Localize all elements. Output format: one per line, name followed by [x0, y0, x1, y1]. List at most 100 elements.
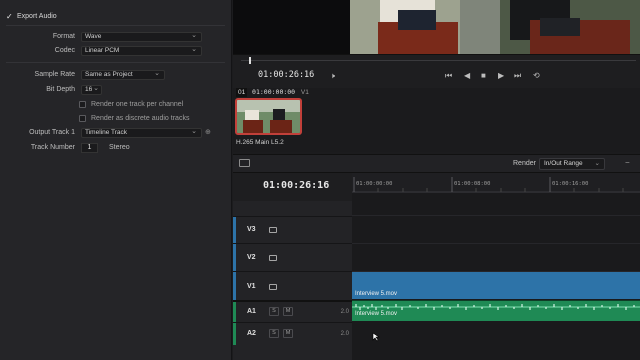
mouse-cursor-icon: [372, 332, 380, 342]
video-frame-image: [350, 0, 640, 54]
divider: [6, 25, 225, 26]
output-track-value: Timeline Track: [85, 129, 128, 136]
sample-rate-dropdown[interactable]: Same as Project ⌄: [81, 70, 165, 80]
collapse-icon[interactable]: −: [625, 158, 630, 167]
format-dropdown[interactable]: Wave ⌄: [81, 32, 202, 42]
export-audio-check-icon[interactable]: ✓: [6, 11, 13, 23]
monitor-icon[interactable]: [269, 284, 277, 290]
discrete-tracks-label: Render as discrete audio tracks: [91, 115, 190, 122]
timeline-toolbar: Render In/Out Range ⌄ −: [233, 154, 640, 173]
codec-value: Linear PCM: [85, 47, 120, 54]
audio-waveform: [352, 304, 640, 310]
stereo-label: Stereo: [109, 144, 130, 151]
ruler-tick-label: 01:00:08:00: [454, 181, 491, 187]
one-track-checkbox[interactable]: [79, 101, 86, 108]
track-name: V1: [247, 283, 256, 290]
chevron-down-icon: ⌄: [594, 160, 600, 167]
track-volume: 2.0: [340, 309, 349, 315]
timeline-ruler[interactable]: 01:00:00:00 01:00:08:00 01:00:16:00: [352, 173, 640, 193]
monitor-icon[interactable]: [269, 227, 277, 233]
track-header-v1[interactable]: V1: [233, 271, 352, 301]
render-range-value: In/Out Range: [544, 160, 583, 167]
audio-clip[interactable]: Interview 5.mov: [352, 300, 640, 321]
go-to-end-icon[interactable]: ⏭: [514, 72, 521, 80]
clips-strip: 01 01:00:00:00 V1 H.265 Main L5.2: [233, 88, 640, 152]
lane-divider: [352, 215, 640, 216]
playhead[interactable]: [249, 57, 251, 64]
play-icon[interactable]: ▶: [498, 72, 504, 80]
track-header-v3[interactable]: V3: [233, 216, 352, 244]
monitor-icon[interactable]: [269, 255, 277, 261]
output-track-dropdown[interactable]: Timeline Track ⌄: [81, 128, 202, 138]
track-name: A1: [247, 308, 256, 315]
mute-button[interactable]: M: [283, 329, 293, 338]
bit-depth-label: Bit Depth: [46, 86, 75, 93]
track-number-label: Track Number: [30, 144, 75, 151]
ruler-tick-label: 01:00:00:00: [356, 181, 393, 187]
clip-codec-label: H.265 Main L5.2: [236, 139, 284, 146]
play-reverse-icon[interactable]: ◀: [464, 72, 470, 80]
go-to-start-icon[interactable]: ⏮: [445, 72, 452, 80]
viewer-frame: [350, 0, 640, 54]
track-header-a1[interactable]: A1 S M 2.0: [233, 300, 352, 324]
scrubber-track[interactable]: [241, 60, 636, 61]
bit-depth-value: 16: [85, 86, 93, 93]
track-color-bar: [233, 323, 236, 345]
clip-track-label: V1: [300, 89, 309, 96]
one-track-label: Render one track per channel: [91, 101, 184, 108]
lane-divider: [352, 243, 640, 244]
track-volume: 2.0: [340, 331, 349, 337]
track-color-bar: [233, 272, 236, 301]
audio-clip-name: Interview 5.mov: [355, 311, 398, 317]
sample-rate-value: Same as Project: [85, 71, 133, 78]
track-header-a2[interactable]: A2 S M 2.0: [233, 322, 352, 345]
timeline-timecode: 01:00:26:16: [263, 180, 330, 191]
video-clip-name: Interview 5.mov: [355, 291, 398, 297]
viewer-timecode: 01:00:26:16: [258, 70, 315, 80]
viewer: [233, 0, 640, 54]
audio-volume-icon[interactable]: 🕨: [330, 72, 335, 80]
track-color-bar: [233, 217, 236, 244]
render-range-dropdown[interactable]: In/Out Range ⌄: [539, 158, 605, 170]
loop-icon[interactable]: ⟲: [533, 72, 540, 80]
render-settings-panel: ✓ Export Audio Format Wave ⌄ Codec Linea…: [0, 0, 232, 360]
ruler-tick-label: 01:00:16:00: [552, 181, 589, 187]
video-clip[interactable]: Interview 5.mov: [352, 272, 640, 299]
clip-index-badge: 01: [236, 88, 248, 97]
clip-thumbnail-image: [237, 100, 300, 133]
track-color-bar: [233, 244, 236, 272]
chevron-down-icon: ⌄: [191, 128, 197, 135]
codec-dropdown[interactable]: Linear PCM ⌄: [81, 46, 202, 56]
clip-thumbnail[interactable]: [235, 98, 302, 135]
clip-timecode: 01:00:00:00: [252, 88, 296, 96]
export-audio-label: Export Audio: [17, 13, 57, 20]
timeline-tracks[interactable]: Interview 5.mov Interview 5.mov: [352, 193, 640, 360]
bit-depth-dropdown[interactable]: 16 ⌄: [81, 85, 102, 95]
track-name: V3: [247, 226, 256, 233]
track-name: A2: [247, 330, 256, 337]
sample-rate-label: Sample Rate: [34, 71, 75, 78]
chevron-down-icon: ⌄: [93, 85, 99, 92]
track-number-value: 1: [87, 144, 92, 151]
format-value: Wave: [85, 33, 102, 40]
chevron-down-icon: ⌄: [191, 32, 197, 39]
timeline-header: 01:00:26:16: [233, 173, 352, 201]
transport-bar: 01:00:26:16 🕨 ⏮ ◀ ■ ▶ ⏭ ⟲: [233, 54, 640, 88]
solo-button[interactable]: S: [269, 329, 279, 338]
discrete-tracks-checkbox[interactable]: [79, 115, 86, 122]
track-number-field[interactable]: 1: [81, 143, 98, 153]
codec-label: Codec: [54, 47, 75, 54]
timeline-view-options-icon[interactable]: [239, 159, 250, 167]
render-label: Render: [513, 160, 536, 167]
track-color-bar: [233, 302, 236, 324]
solo-button[interactable]: S: [269, 307, 279, 316]
output-track-label: Output Track 1: [29, 129, 75, 136]
add-output-track-icon[interactable]: ⊕: [205, 127, 211, 139]
track-header-v2[interactable]: V2: [233, 243, 352, 272]
divider: [6, 62, 225, 63]
ruler-ticks: [352, 177, 640, 193]
mute-button[interactable]: M: [283, 307, 293, 316]
stop-icon[interactable]: ■: [481, 72, 486, 80]
format-label: Format: [52, 33, 75, 40]
chevron-down-icon: ⌄: [191, 46, 197, 53]
